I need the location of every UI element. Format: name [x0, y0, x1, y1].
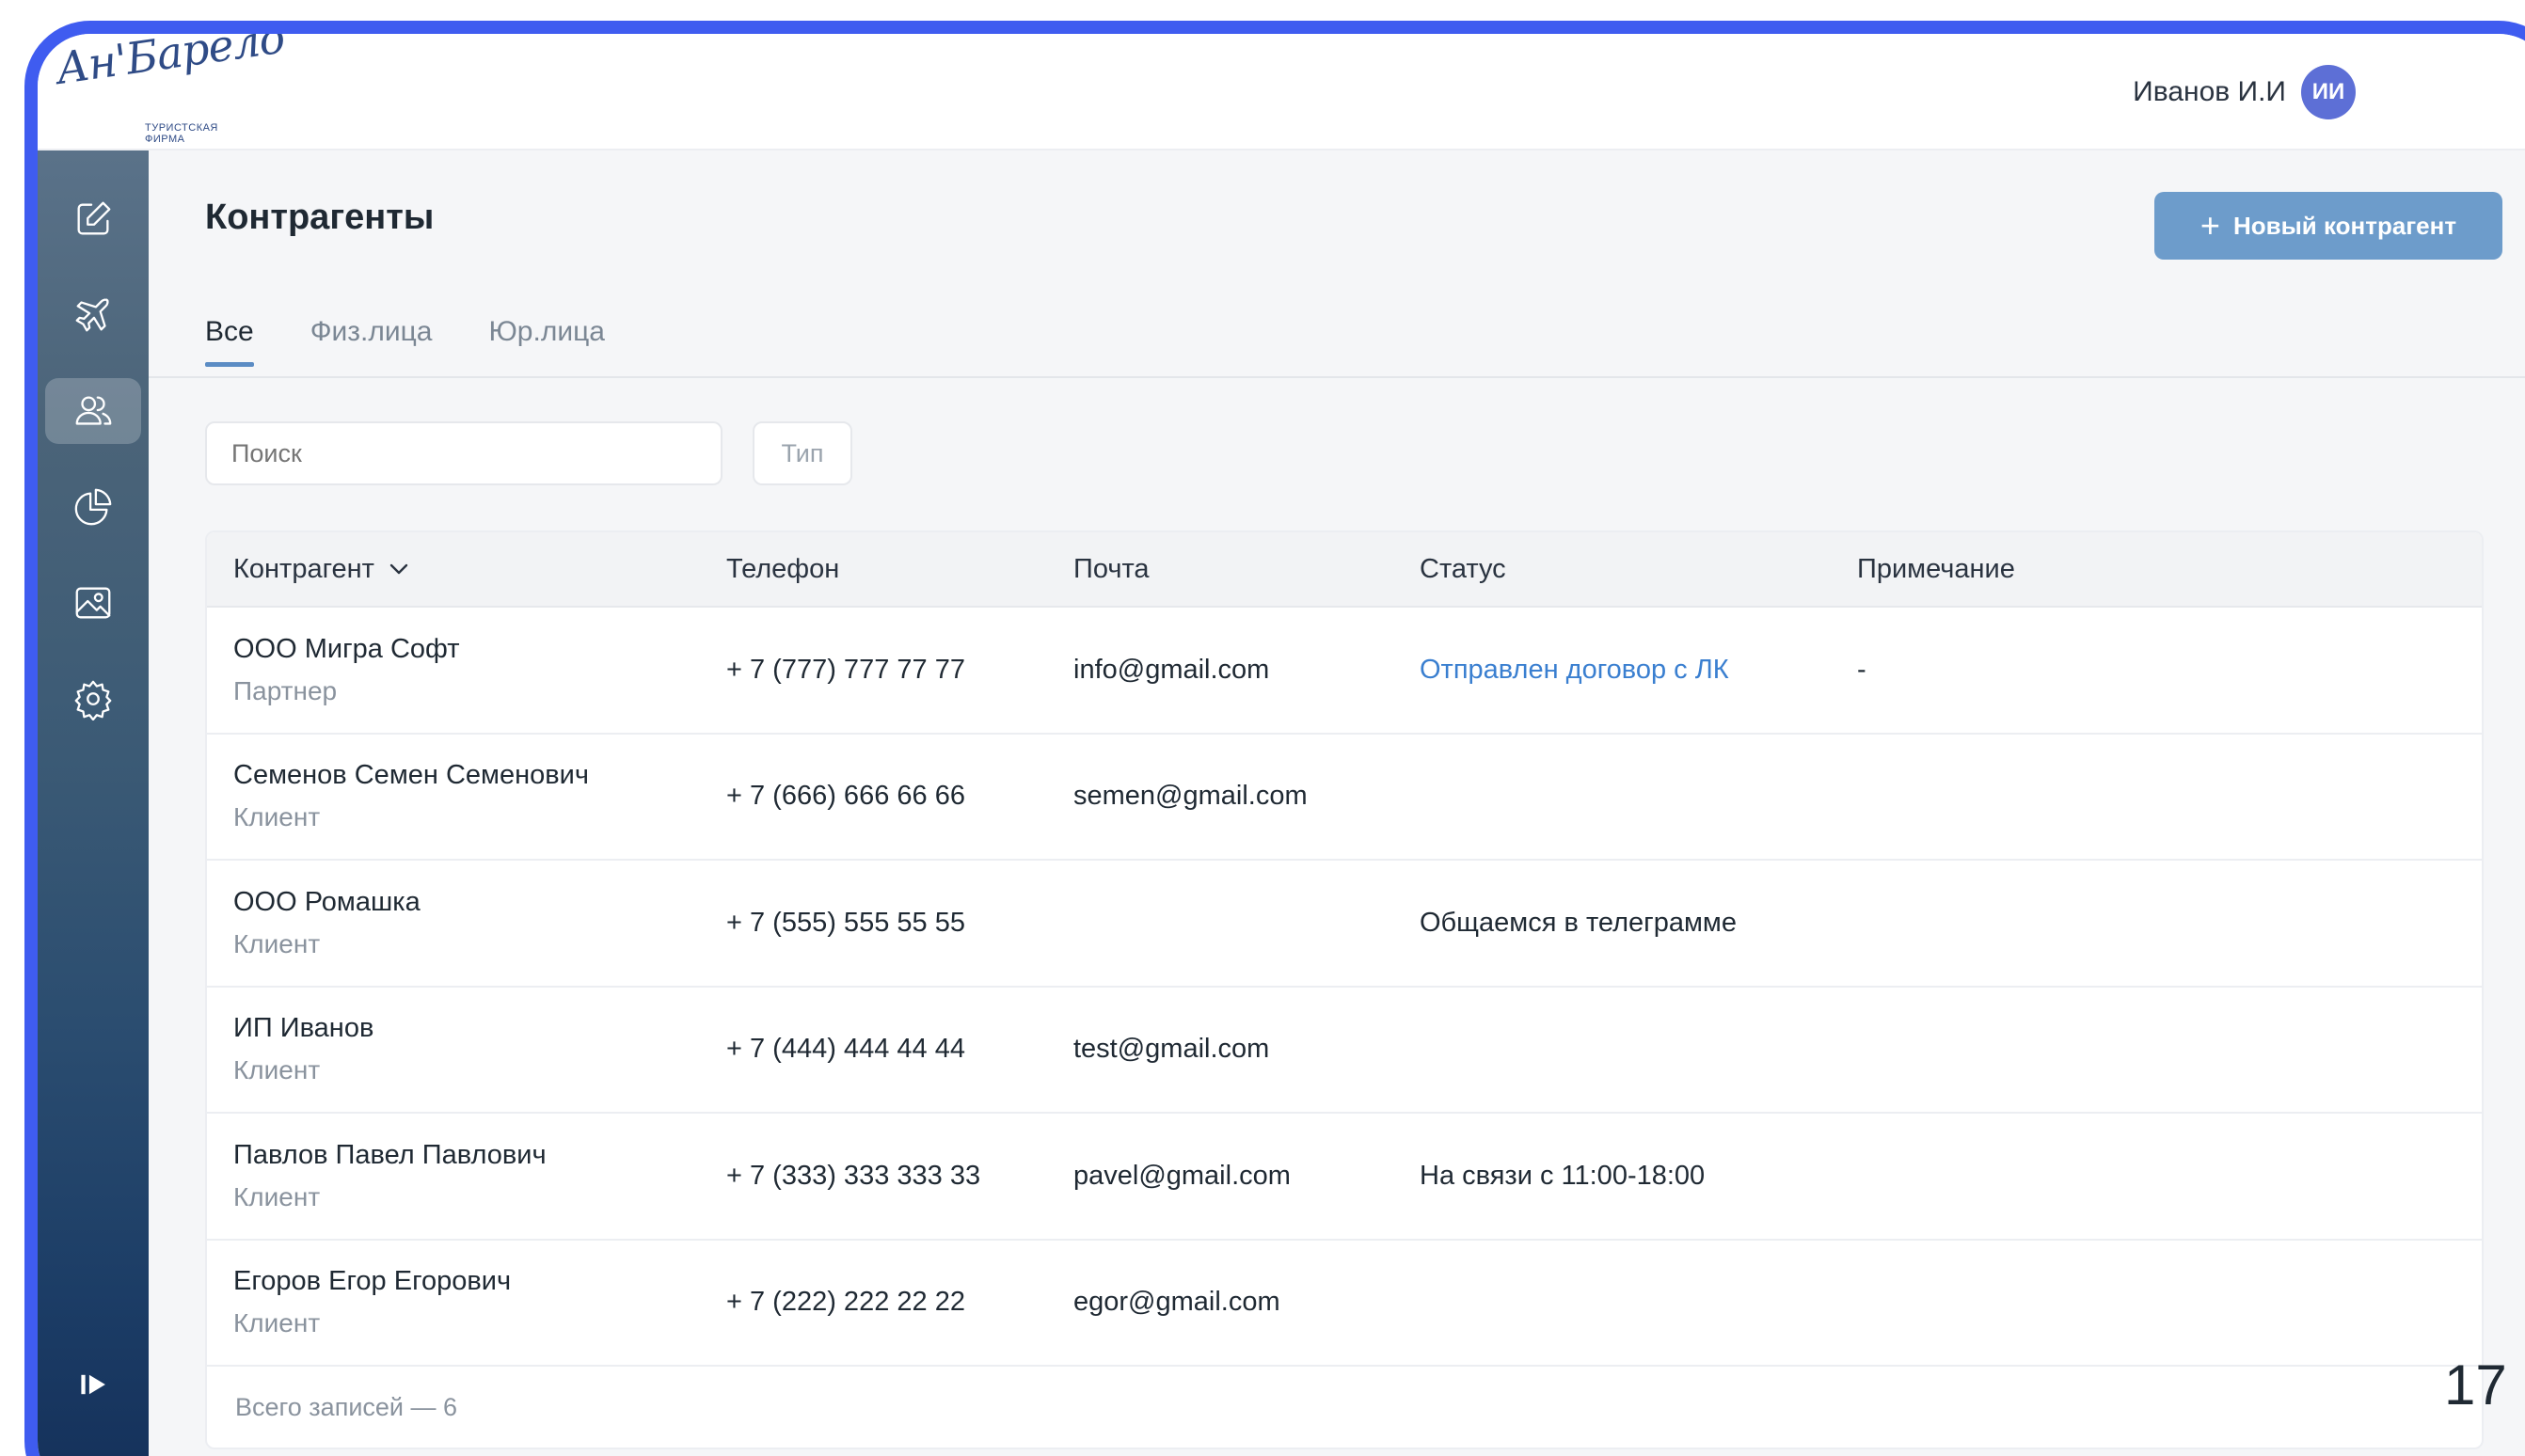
note-cell: - [1857, 654, 1866, 685]
avatar[interactable]: ИИ [2301, 65, 2356, 119]
logo-subtitle: ТУРИСТСКАЯ ФИРМА [145, 122, 218, 145]
expand-sidebar-icon [81, 1374, 105, 1395]
phone-cell: + 7 (333) 333 333 33 [726, 1160, 981, 1191]
column-header-status: Статус [1420, 553, 1506, 584]
table-row[interactable]: ООО Ромашка Клиент + 7 (555) 555 55 55 Об… [207, 861, 2482, 988]
contractor-name: ООО Мигра Софт [233, 633, 460, 664]
email-cell: info@gmail.com [1073, 654, 1270, 685]
logo-text: Ан'Барело [53, 21, 288, 94]
contractor-role: Партнер [233, 675, 338, 705]
contractor-name: ИП Иванов [233, 1013, 374, 1044]
image-icon [75, 587, 111, 619]
tab-legal-entities[interactable]: Юр.лица [489, 316, 605, 367]
contractor-name: ООО Ромашка [233, 886, 421, 917]
sidebar-item-reports[interactable] [45, 474, 141, 540]
user-name: Иванов И.И [2133, 76, 2286, 107]
contractor-role: Клиент [233, 1055, 321, 1085]
new-contractor-label: Новый контрагент [2232, 211, 2457, 240]
column-header-label: Контрагент [233, 553, 374, 584]
sidebar-item-gallery[interactable] [45, 570, 141, 636]
sidebar-item-settings[interactable] [45, 666, 141, 732]
status-cell: Общаемся в телеграмме [1420, 907, 1737, 938]
table-row[interactable]: ООО Мигра Софт Партнер + 7 (777) 777 77 7… [207, 608, 2482, 735]
sidebar-item-edit[interactable] [45, 186, 141, 252]
phone-cell: + 7 (777) 777 77 77 [726, 654, 965, 685]
plus-icon: + [2199, 206, 2220, 245]
column-header-note: Примечание [1857, 553, 2015, 584]
expand-sidebar-button[interactable] [66, 1366, 122, 1403]
column-header-contractor[interactable]: Контрагент [207, 554, 726, 585]
status-link[interactable]: Отправлен договор с ЛК [1420, 655, 1857, 686]
contractor-name: Семенов Семен Семенович [233, 760, 589, 791]
tab-individuals[interactable]: Физ.лица [310, 316, 433, 367]
table-row[interactable]: ИП Иванов Клиент + 7 (444) 444 44 44 test… [207, 988, 2482, 1114]
contractor-name: Павлов Павел Павлович [233, 1139, 547, 1170]
sidebar [38, 150, 149, 1456]
pie-chart-icon [74, 488, 112, 526]
email-cell: egor@gmail.com [1073, 1287, 1280, 1318]
email-cell: pavel@gmail.com [1073, 1160, 1291, 1191]
app-window: Ан'Барело ТУРИСТСКАЯ ФИРМА Иванов И.И ИИ [24, 21, 2525, 1456]
status-cell: На связи с 11:00-18:00 [1420, 1160, 1706, 1191]
main-content: Контрагенты + Новый контрагент Все Физ.л… [149, 150, 2525, 1456]
table-header: Контрагент Телефон Почта Статус Примечан… [207, 532, 2482, 608]
table-row[interactable]: Павлов Павел Павлович Клиент + 7 (333) 33… [207, 1114, 2482, 1241]
contractor-role: Клиент [233, 928, 321, 958]
chevron-down-icon [389, 563, 408, 575]
airplane-icon [75, 298, 109, 332]
type-filter[interactable]: Тип [753, 421, 852, 485]
contractor-role: Клиент [233, 1308, 321, 1338]
contractor-name: Егоров Егор Егорович [233, 1266, 512, 1297]
sidebar-item-tours[interactable] [45, 282, 141, 348]
phone-cell: + 7 (666) 666 66 66 [726, 781, 965, 812]
phone-cell: + 7 (555) 555 55 55 [726, 907, 965, 938]
edit-icon [77, 201, 111, 235]
table-row[interactable]: Семенов Семен Семенович Клиент + 7 (666) … [207, 735, 2482, 861]
sidebar-item-contractors[interactable] [45, 378, 141, 444]
contractor-role: Клиент [233, 802, 321, 832]
table-row[interactable]: Егоров Егор Егорович Клиент + 7 (222) 222… [207, 1241, 2482, 1367]
column-header-email: Почта [1073, 553, 1150, 584]
contractor-role: Клиент [233, 1181, 321, 1211]
slide-number: 17 [2444, 1353, 2507, 1416]
page-title: Контрагенты [205, 198, 435, 237]
records-count: Всего записей — 6 [235, 1392, 458, 1421]
phone-cell: + 7 (222) 222 22 22 [726, 1287, 965, 1318]
email-cell: test@gmail.com [1073, 1034, 1270, 1065]
email-cell: semen@gmail.com [1073, 781, 1308, 812]
search-input[interactable] [205, 421, 723, 485]
gear-icon [74, 680, 112, 720]
company-logo[interactable]: Ан'Барело ТУРИСТСКАЯ ФИРМА [53, 34, 287, 145]
top-bar: Ан'Барело ТУРИСТСКАЯ ФИРМА Иванов И.И ИИ [38, 34, 2525, 150]
phone-cell: + 7 (444) 444 44 44 [726, 1034, 965, 1065]
new-contractor-button[interactable]: + Новый контрагент [2154, 192, 2502, 260]
users-icon [75, 396, 112, 425]
tabs-divider [149, 376, 2525, 378]
column-header-phone: Телефон [726, 553, 840, 584]
user-menu[interactable]: Иванов И.И ИИ [2133, 65, 2356, 119]
tab-all[interactable]: Все [205, 316, 254, 367]
tabs: Все Физ.лица Юр.лица [205, 316, 605, 367]
contractors-table: Контрагент Телефон Почта Статус Примечан… [205, 530, 2484, 1449]
